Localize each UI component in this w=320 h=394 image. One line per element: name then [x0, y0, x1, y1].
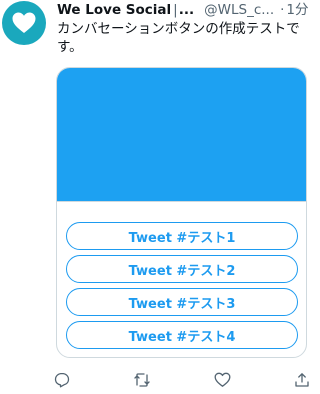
- conversation-card: Tweet #テスト1 Tweet #テスト2 Tweet #テスト3 Twee…: [56, 67, 307, 358]
- user-handle[interactable]: @WLS_c...: [204, 1, 274, 19]
- conversation-button-2[interactable]: Tweet #テスト2: [66, 255, 298, 283]
- timestamp[interactable]: 1分: [286, 1, 308, 19]
- conversation-button-3[interactable]: Tweet #テスト3: [66, 288, 298, 316]
- tweet-text: カンバセーションボタンの作成テストです。: [57, 21, 300, 55]
- name-ellipsis: ...: [178, 2, 195, 18]
- share-button[interactable]: [292, 370, 312, 390]
- header-dot: ·: [280, 2, 285, 18]
- retweet-button[interactable]: [132, 370, 152, 390]
- display-name[interactable]: We Love Social: [57, 1, 171, 19]
- conversation-button-1[interactable]: Tweet #テスト1: [66, 222, 298, 250]
- avatar[interactable]: [2, 1, 46, 45]
- name-separator: |: [173, 2, 178, 18]
- reply-button[interactable]: [52, 370, 72, 390]
- retweet-icon: [134, 373, 150, 387]
- heart-icon: [214, 372, 230, 387]
- share-icon: [295, 373, 309, 387]
- like-button[interactable]: [212, 370, 232, 390]
- heart-logo-icon: [12, 12, 36, 33]
- tweet[interactable]: We Love Social | ... @WLS_c... · 1分 カンバセ…: [0, 0, 316, 394]
- reply-icon: [54, 372, 70, 388]
- action-bar: [52, 368, 316, 392]
- tweet-header: We Love Social | ... @WLS_c... · 1分: [57, 1, 312, 19]
- card-button-list: Tweet #テスト1 Tweet #テスト2 Tweet #テスト3 Twee…: [57, 201, 306, 349]
- conversation-button-4[interactable]: Tweet #テスト4: [66, 321, 298, 349]
- card-image[interactable]: [57, 68, 306, 201]
